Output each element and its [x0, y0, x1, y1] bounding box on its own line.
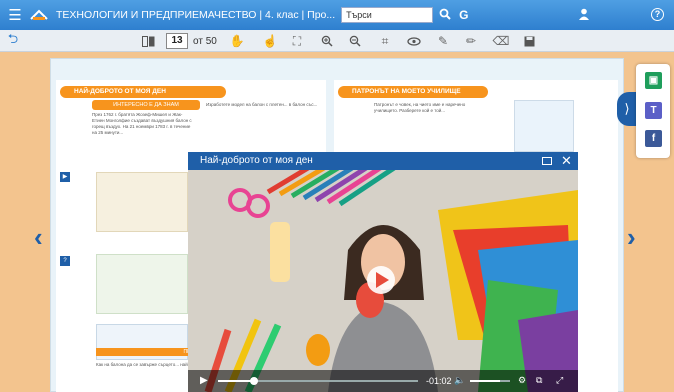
school-image — [514, 100, 574, 152]
volume-fill — [470, 380, 500, 382]
page-total: от 50 — [193, 36, 217, 47]
right-column-text: Патронът е човек, на чието име е наречен… — [374, 102, 466, 113]
page-number-input[interactable]: 13 — [166, 33, 188, 49]
save-icon[interactable] — [522, 33, 536, 49]
left-page-header: НАЙ-ДОБРОТО ОТ МОЯ ДЕН — [60, 86, 226, 98]
right-sidebar: ▣ T f — [636, 64, 670, 158]
search-icon[interactable] — [439, 8, 451, 23]
progress-handle[interactable] — [250, 377, 258, 385]
book-title: ТЕХНОЛОГИИ И ПРЕДПРИЕМАЧЕСТВО | 4. клас … — [56, 9, 336, 21]
zoom-in-icon[interactable] — [320, 33, 334, 49]
fullscreen-icon[interactable]: ⛶ — [290, 33, 304, 49]
popout-icon[interactable]: ⧉ — [536, 375, 542, 386]
back-arrow-icon[interactable]: ⮌ — [0, 30, 26, 52]
video-title-bar: Най-доброто от моя ден ✕ — [188, 152, 578, 170]
volume-slider[interactable] — [470, 380, 510, 382]
video-controls: ▶ -01:02 🔈 ⚙ ⧉ ⤢ — [188, 370, 578, 392]
close-icon[interactable]: ✕ — [561, 152, 572, 170]
craft-step-image — [96, 172, 188, 232]
right-page-header: ПАТРОНЪТ НА МОЕТО УЧИЛИЩЕ — [338, 86, 488, 98]
video-marker-icon[interactable]: ▶ — [60, 172, 70, 182]
top-bar: ☰ ТЕХНОЛОГИИ И ПРЕДПРИЕМАЧЕСТВО | 4. кла… — [0, 0, 674, 30]
video-frame[interactable] — [188, 170, 578, 392]
hamburger-menu-icon[interactable]: ☰ — [4, 6, 26, 24]
highlighter-icon[interactable]: ✏ — [464, 33, 478, 49]
video-player-window: Най-доброто от моя ден ✕ ▶ -01:02 🔈 ⚙ ⧉ … — [188, 152, 578, 392]
volume-icon[interactable]: 🔈 — [454, 375, 465, 386]
help-icon[interactable]: ? — [651, 8, 664, 21]
zoom-out-icon[interactable] — [348, 33, 362, 49]
left-column-text: През 1762 г. братята Жозеф-Мишел и Жак-Е… — [92, 112, 192, 135]
teams-icon[interactable]: T — [645, 102, 662, 119]
fullscreen-video-icon[interactable]: ⤢ — [556, 375, 563, 386]
logo-icon[interactable] — [28, 9, 50, 21]
progress-fill — [218, 380, 254, 382]
reader-toolbar: ⮌ 13 от 50 ✋ ☝ ⛶ ⌗ ✎ ✏ ⌫ — [0, 30, 674, 52]
user-icon[interactable] — [578, 8, 590, 23]
facebook-icon[interactable]: f — [645, 130, 662, 147]
maximize-icon[interactable] — [542, 157, 552, 165]
settings-gear-icon[interactable]: ⚙ — [518, 375, 526, 386]
eraser-icon[interactable]: ⌫ — [493, 33, 510, 49]
pen-icon[interactable]: ✎ — [436, 33, 450, 49]
middle-column-text: Изработете модел на балон с плетен... в … — [206, 102, 318, 107]
question-marker-icon[interactable]: ? — [60, 256, 70, 266]
play-icon[interactable]: ▶ — [200, 375, 208, 386]
view-eye-icon[interactable] — [406, 33, 422, 49]
page-layout-icon[interactable] — [141, 33, 155, 49]
video-title: Най-доброто от моя ден — [200, 155, 313, 166]
time-remaining: -01:02 — [426, 376, 452, 386]
previous-page-arrow[interactable]: ‹ — [34, 222, 43, 253]
interesting-label: ИНТЕРЕСНО Е ДА ЗНАМ — [92, 100, 200, 110]
search-input[interactable]: Търси — [341, 7, 434, 23]
crop-icon[interactable]: ⌗ — [378, 33, 392, 49]
video-scene — [188, 170, 578, 392]
hand-tool-icon[interactable]: ✋ — [229, 33, 245, 49]
next-page-arrow[interactable]: › — [627, 222, 636, 253]
google-g-icon[interactable]: G — [459, 8, 468, 22]
collapse-sidebar-button[interactable]: ⟩ — [617, 92, 637, 126]
progress-track[interactable] — [218, 377, 418, 385]
pointer-tool-icon[interactable]: ☝ — [263, 33, 278, 49]
craft-step-image — [96, 254, 188, 314]
classroom-icon[interactable]: ▣ — [645, 72, 662, 89]
